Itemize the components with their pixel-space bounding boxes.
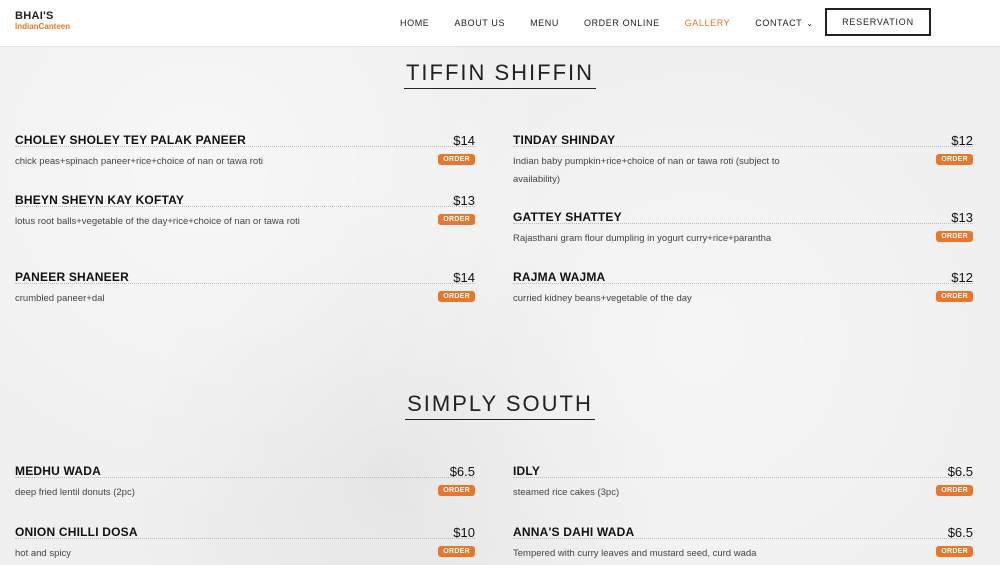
menu-item: PANEER SHANEER $14 crumbled paneer+dal O… [15, 270, 475, 308]
menu-item: ONION CHILLI DOSA $10 hot and spicy ORDE… [15, 525, 475, 563]
main-nav: HOME ABOUT US MENU ORDER ONLINE GALLERY … [400, 0, 839, 45]
order-button[interactable]: ORDER [936, 485, 973, 496]
order-button[interactable]: ORDER [438, 154, 475, 165]
menu-item: IDLY $6.5 steamed rice cakes (3pc) ORDER [513, 464, 973, 502]
nav-menu[interactable]: MENU [530, 18, 559, 28]
nav-contact[interactable]: CONTACT ⌄ [755, 18, 813, 28]
item-price: $10 [453, 525, 475, 540]
logo[interactable]: BHAI'S IndianCanteen [15, 11, 70, 31]
order-button[interactable]: ORDER [438, 485, 475, 496]
chevron-down-icon: ⌄ [806, 18, 814, 28]
item-description: curried kidney beans+vegetable of the da… [513, 293, 692, 304]
item-description: deep fried lentil donuts (2pc) [15, 487, 135, 498]
order-button[interactable]: ORDER [438, 214, 475, 225]
item-price: $12 [951, 270, 973, 285]
menu-item: BHEYN SHEYN KAY KOFTAY $13 lotus root ba… [15, 193, 475, 231]
item-price: $6.5 [947, 525, 973, 540]
menu-item: MEDHU WADA $6.5 deep fried lentil donuts… [15, 464, 475, 502]
item-name: BHEYN SHEYN KAY KOFTAY [15, 193, 185, 207]
item-name: MEDHU WADA [15, 464, 101, 478]
menu-item: CHOLEY SHOLEY TEY PALAK PANEER $14 chick… [15, 133, 475, 171]
order-button[interactable]: ORDER [438, 546, 475, 557]
section-title-text: TIFFIN SHIFFIN [403, 60, 597, 89]
item-name: RAJMA WAJMA [513, 270, 606, 284]
logo-line-2: IndianCanteen [15, 22, 71, 31]
nav-gallery[interactable]: GALLERY [685, 18, 731, 28]
nav-contact-label: CONTACT [755, 17, 803, 28]
item-description: hot and spicy [15, 548, 71, 559]
item-description: lotus root balls+vegetable of the day+ri… [15, 216, 300, 227]
section-title-tiffin-shiffin: TIFFIN SHIFFIN [0, 60, 1000, 89]
item-name: CHOLEY SHOLEY TEY PALAK PANEER [15, 133, 246, 147]
item-description: Indian baby pumpkin+rice+choice of nan o… [513, 156, 780, 185]
site-header: BHAI'S IndianCanteen HOME ABOUT US MENU … [0, 0, 1000, 47]
item-price: $6.5 [947, 464, 973, 479]
order-button[interactable]: ORDER [936, 291, 973, 302]
menu-item: TINDAY SHINDAY $12 Indian baby pumpkin+r… [513, 133, 973, 189]
item-price: $13 [951, 210, 973, 225]
order-button[interactable]: ORDER [438, 291, 475, 302]
item-description: chick peas+spinach paneer+rice+choice of… [15, 156, 263, 167]
item-description: steamed rice cakes (3pc) [513, 487, 620, 498]
item-name: ANNA'S DAHI WADA [513, 525, 635, 539]
menu-item: ANNA'S DAHI WADA $6.5 Tempered with curr… [513, 525, 973, 563]
item-name: GATTEY SHATTEY [513, 210, 622, 224]
order-button[interactable]: ORDER [936, 154, 973, 165]
menu-item: GATTEY SHATTEY $13 Rajasthani gram flour… [513, 210, 973, 248]
item-price: $12 [951, 133, 973, 148]
item-name: TINDAY SHINDAY [513, 133, 616, 147]
item-price: $13 [453, 193, 475, 208]
item-name: ONION CHILLI DOSA [15, 525, 138, 539]
logo-line-1: BHAI'S [15, 10, 54, 22]
item-name: PANEER SHANEER [15, 270, 129, 284]
nav-about[interactable]: ABOUT US [454, 18, 505, 28]
reservation-button[interactable]: RESERVATION [825, 8, 931, 36]
item-description: crumbled paneer+dal [15, 293, 105, 304]
nav-home[interactable]: HOME [400, 18, 429, 28]
item-price: $6.5 [449, 464, 475, 479]
item-name: IDLY [513, 464, 541, 478]
menu-item: RAJMA WAJMA $12 curried kidney beans+veg… [513, 270, 973, 308]
section-title-text: SIMPLY SOUTH [405, 391, 595, 420]
item-description: Tempered with curry leaves and mustard s… [513, 548, 757, 559]
item-description: Rajasthani gram flour dumpling in yogurt… [513, 233, 772, 244]
item-price: $14 [453, 133, 475, 148]
section-title-simply-south: SIMPLY SOUTH [0, 391, 1000, 420]
order-button[interactable]: ORDER [936, 546, 973, 557]
nav-order-online[interactable]: ORDER ONLINE [584, 18, 660, 28]
order-button[interactable]: ORDER [936, 231, 973, 242]
item-price: $14 [453, 270, 475, 285]
